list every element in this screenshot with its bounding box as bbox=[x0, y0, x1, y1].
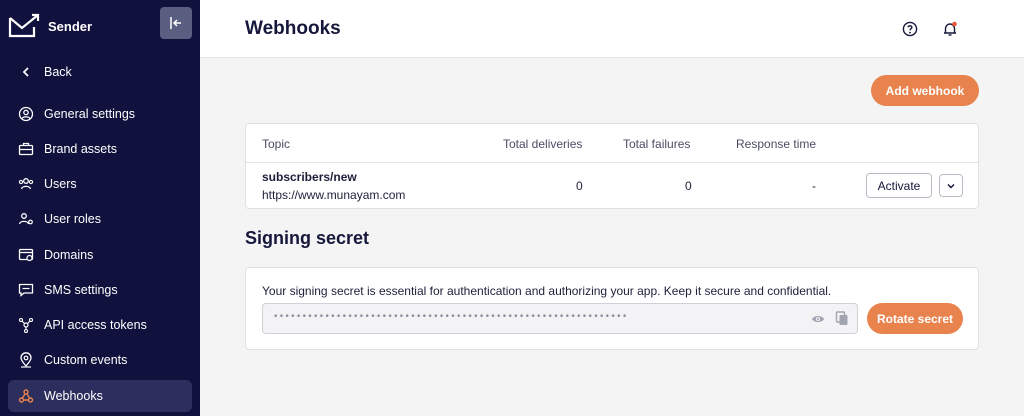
webhook-topic: subscribers/new bbox=[262, 170, 357, 184]
sidebar-item-label: Users bbox=[44, 177, 77, 191]
sender-logo-icon bbox=[8, 13, 40, 38]
back-link[interactable]: Back bbox=[8, 56, 192, 88]
rotate-secret-button[interactable]: Rotate secret bbox=[867, 303, 963, 334]
sidebar-item-user-roles[interactable]: User roles bbox=[8, 203, 192, 235]
webhook-icon bbox=[16, 386, 36, 406]
sidebar-item-brand-assets[interactable]: Brand assets bbox=[8, 133, 192, 165]
add-webhook-button[interactable]: Add webhook bbox=[871, 75, 979, 106]
back-label: Back bbox=[44, 65, 72, 79]
sidebar-item-label: Webhooks bbox=[44, 389, 103, 403]
webhook-url: https://www.munayam.com bbox=[262, 188, 406, 202]
location-pin-icon bbox=[16, 350, 36, 370]
collapse-left-icon bbox=[170, 17, 181, 29]
briefcase-icon bbox=[16, 139, 36, 159]
sidebar-item-label: Domains bbox=[44, 248, 94, 262]
row-actions-dropdown[interactable] bbox=[939, 174, 963, 197]
sidebar-item-api-access-tokens[interactable]: API access tokens bbox=[8, 309, 192, 341]
sidebar-item-general-settings[interactable]: General settings bbox=[8, 98, 192, 130]
brand-name: Sender bbox=[48, 18, 93, 34]
sidebar-item-label: SMS settings bbox=[44, 283, 118, 297]
total-failures-value: 0 bbox=[685, 179, 692, 193]
copy-icon[interactable] bbox=[835, 311, 849, 331]
signing-secret-description: Your signing secret is essential for aut… bbox=[262, 284, 832, 298]
webhooks-table: Topic Total deliveries Total failures Re… bbox=[245, 123, 979, 209]
sidebar-item-sms-settings[interactable]: SMS settings bbox=[8, 274, 192, 306]
page-title: Webhooks bbox=[245, 18, 341, 39]
signing-secret-title: Signing secret bbox=[245, 228, 370, 248]
brand[interactable]: Sender bbox=[8, 8, 92, 44]
help-icon[interactable] bbox=[900, 19, 920, 39]
bell-icon[interactable] bbox=[940, 19, 960, 39]
domain-icon bbox=[16, 245, 36, 265]
main-content: Webhooks Add webhook Topic Total deliver… bbox=[200, 0, 1024, 416]
sidebar: Sender Back General settings Brand asset… bbox=[0, 0, 200, 416]
masked-secret: ••••••••••••••••••••••••••••••••••••••••… bbox=[273, 312, 628, 322]
settings-icon bbox=[16, 104, 36, 124]
sidebar-item-label: Brand assets bbox=[44, 142, 117, 156]
sidebar-item-label: Custom events bbox=[44, 353, 128, 367]
chevron-down-icon bbox=[947, 183, 955, 189]
response-time-value: - bbox=[812, 179, 816, 193]
sidebar-item-users[interactable]: Users bbox=[8, 168, 192, 200]
users-icon bbox=[16, 174, 36, 194]
table-divider bbox=[246, 162, 978, 163]
sidebar-item-label: General settings bbox=[44, 107, 136, 121]
sms-icon bbox=[16, 280, 36, 300]
column-header-topic: Topic bbox=[262, 137, 291, 151]
api-token-icon bbox=[16, 315, 36, 335]
sidebar-item-domains[interactable]: Domains bbox=[8, 239, 192, 271]
sidebar-item-label: User roles bbox=[44, 212, 101, 226]
sidebar-item-custom-events[interactable]: Custom events bbox=[8, 344, 192, 376]
activate-button[interactable]: Activate bbox=[866, 173, 932, 198]
signing-secret-field[interactable]: ••••••••••••••••••••••••••••••••••••••••… bbox=[262, 303, 858, 334]
total-deliveries-value: 0 bbox=[576, 179, 583, 193]
sidebar-item-label: API access tokens bbox=[44, 318, 147, 332]
column-header-total-failures: Total failures bbox=[623, 137, 691, 151]
sidebar-item-webhooks[interactable]: Webhooks bbox=[8, 380, 192, 412]
collapse-sidebar-button[interactable] bbox=[160, 7, 192, 39]
column-header-response-time: Response time bbox=[736, 137, 817, 151]
user-roles-icon bbox=[16, 209, 36, 229]
signing-secret-card: Your signing secret is essential for aut… bbox=[245, 267, 979, 350]
chevron-left-icon bbox=[16, 62, 36, 82]
eye-icon[interactable] bbox=[811, 312, 825, 331]
column-header-total-deliveries: Total deliveries bbox=[503, 137, 583, 151]
top-bar: Webhooks bbox=[200, 0, 1024, 58]
